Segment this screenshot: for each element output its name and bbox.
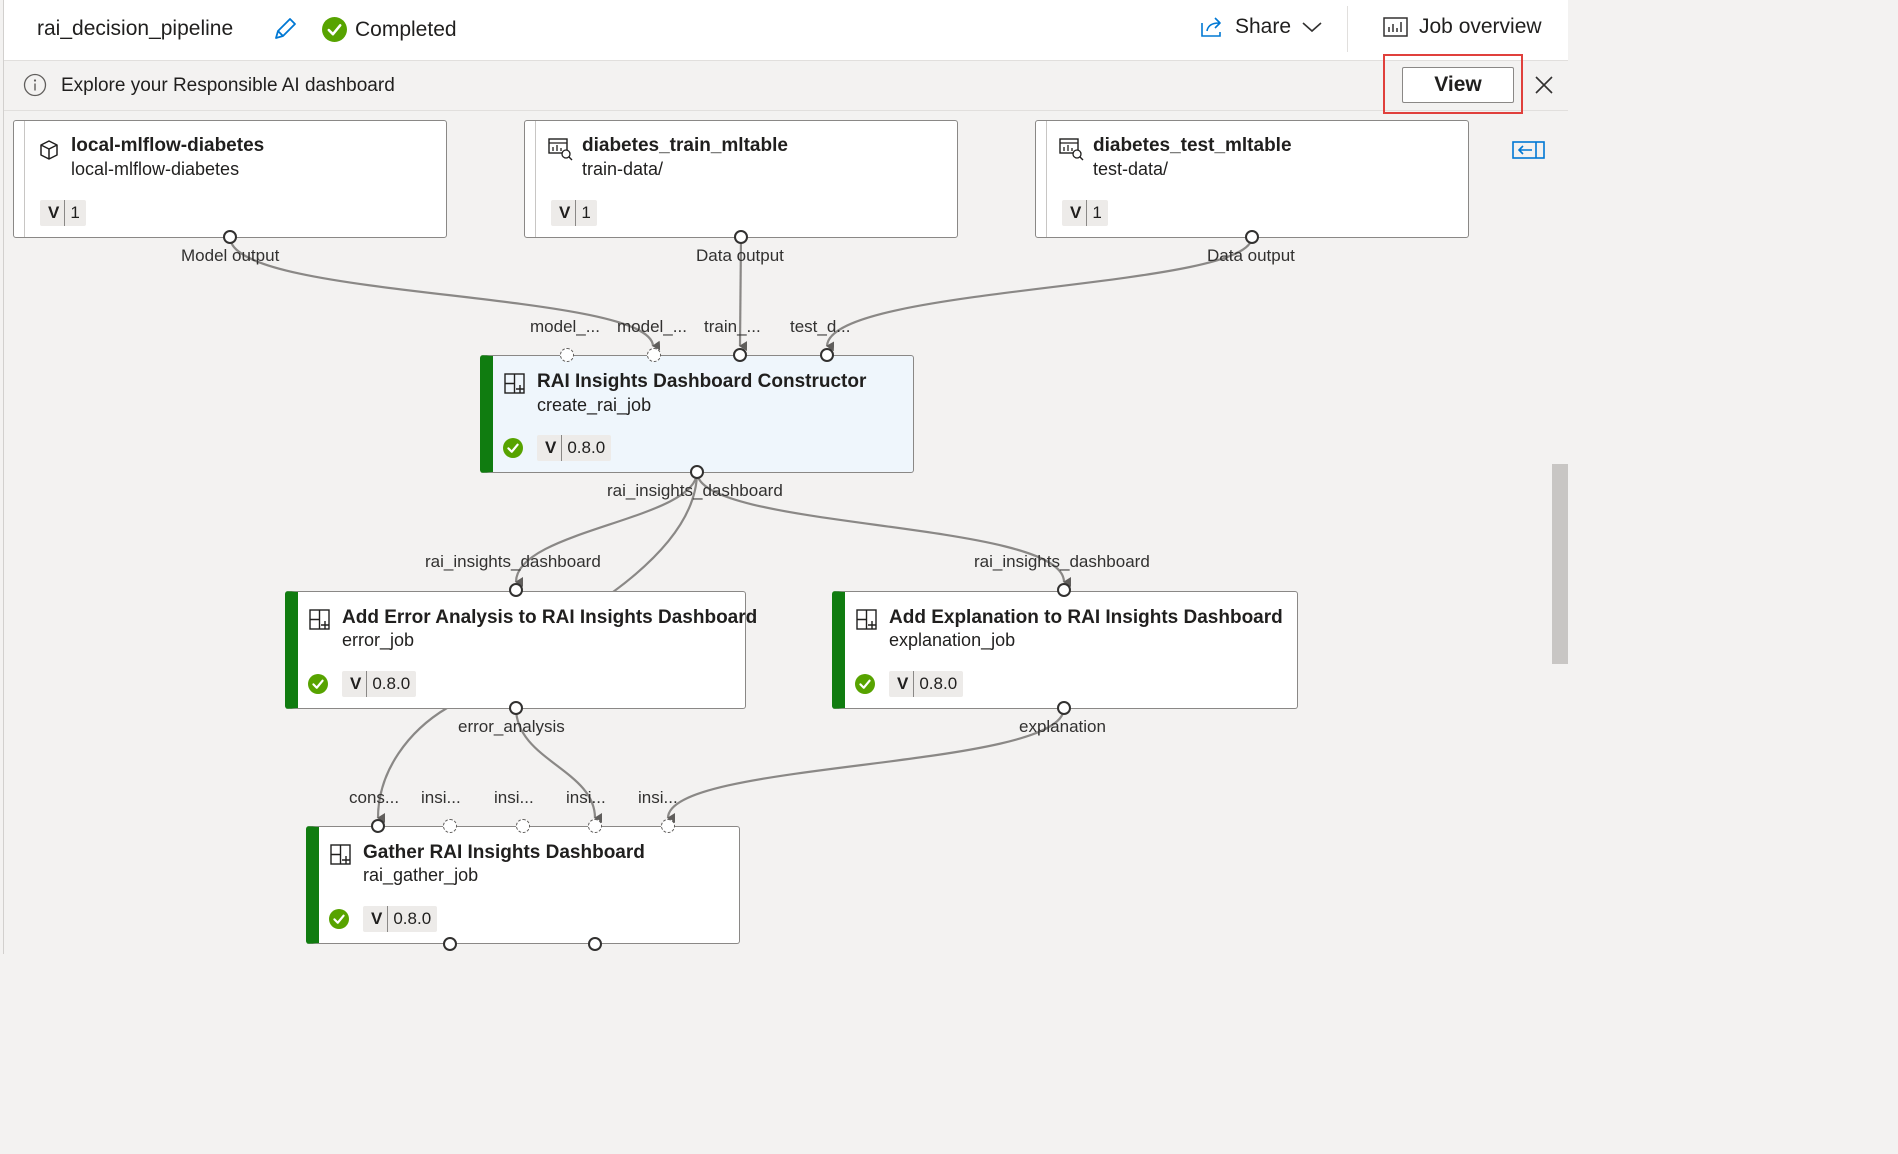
completed-check-icon [329,909,349,934]
node-title: Add Explanation to RAI Insights Dashboar… [889,607,1283,628]
node-subtitle: test-data/ [1093,159,1169,179]
version-badge: V 0.8.0 [889,671,964,697]
port-label-explanation-output: explanation [1019,717,1106,736]
input-label: train_... [704,317,761,336]
node-title: local-mlflow-diabetes [71,135,265,156]
dataset-node-test[interactable]: diabetes_test_mltable test-data/ V1 [1035,120,1469,238]
job-node-gather[interactable]: Gather RAI Insights Dashboard rai_gather… [306,826,740,944]
completed-check-icon [503,438,523,463]
input-label: insi... [421,788,461,807]
dataset-node-model[interactable]: local-mlflow-diabetes local-mlflow-diabe… [13,120,447,238]
cube-icon [38,139,60,166]
job-node-constructor[interactable]: RAI Insights Dashboard Constructor creat… [480,355,914,473]
version-badge: V1 [551,200,597,226]
node-title: diabetes_train_mltable [582,135,788,156]
node-subtitle: local-mlflow-diabetes [71,159,240,179]
component-grid-icon [308,608,332,637]
node-title: Gather RAI Insights Dashboard [363,842,645,863]
output-port[interactable] [690,465,704,479]
input-port-optional[interactable] [516,819,530,833]
input-label: insi... [566,788,606,807]
completed-check-icon [308,674,328,699]
component-grid-icon [329,843,353,872]
node-subtitle: error_job [342,630,415,650]
input-port[interactable] [509,583,523,597]
input-port-connected[interactable] [647,348,661,362]
input-label: test_d... [790,317,851,336]
output-port[interactable] [509,701,523,715]
node-subtitle: explanation_job [889,630,1016,650]
job-node-explanation[interactable]: Add Explanation to RAI Insights Dashboar… [832,591,1298,709]
input-port-connected[interactable] [588,819,602,833]
output-port[interactable] [223,230,237,244]
input-label: insi... [638,788,678,807]
dataset-node-train[interactable]: diabetes_train_mltable train-data/ V1 [524,120,958,238]
input-port-optional[interactable] [560,348,574,362]
input-port-connected[interactable] [661,819,675,833]
node-subtitle: create_rai_job [537,395,652,415]
input-label: model_... [530,317,600,336]
input-port[interactable] [733,348,747,362]
version-badge: V 0.8.0 [363,906,438,932]
edge-test-to-constructor [825,236,1254,352]
version-badge: V 0.8.0 [342,671,417,697]
port-label-test-output: Data output [1207,246,1295,265]
output-port[interactable] [734,230,748,244]
input-label: insi... [494,788,534,807]
version-badge: V1 [40,200,86,226]
port-label-rai-output: rai_insights_dashboard [607,481,783,500]
input-port[interactable] [820,348,834,362]
node-title: Add Error Analysis to RAI Insights Dashb… [342,607,758,628]
input-label: rai_insights_dashboard [974,552,1150,571]
input-label: cons... [349,788,400,807]
node-subtitle: train-data/ [582,159,664,179]
node-title: diabetes_test_mltable [1093,135,1292,156]
output-port[interactable] [588,937,602,951]
completed-check-icon [855,674,875,699]
component-grid-icon [855,608,879,637]
data-table-icon [547,137,573,166]
input-label: model_... [617,317,687,336]
input-port[interactable] [371,819,385,833]
node-subtitle: rai_gather_job [363,865,479,885]
version-badge: V 0.8.0 [537,435,612,461]
port-label-train-output: Data output [696,246,784,265]
input-port[interactable] [1057,583,1071,597]
version-badge: V1 [1062,200,1108,226]
output-port[interactable] [1057,701,1071,715]
data-table-icon [1058,137,1084,166]
job-node-error-analysis[interactable]: Add Error Analysis to RAI Insights Dashb… [285,591,757,709]
output-port[interactable] [443,937,457,951]
input-port-optional[interactable] [443,819,457,833]
input-label: rai_insights_dashboard [425,552,601,571]
node-title: RAI Insights Dashboard Constructor [537,371,867,392]
component-grid-icon [503,372,527,401]
output-port[interactable] [1245,230,1259,244]
port-label-model-output: Model output [181,246,280,265]
edge-explanation-to-gather [666,707,1066,824]
port-label-error-output: error_analysis [458,717,565,736]
